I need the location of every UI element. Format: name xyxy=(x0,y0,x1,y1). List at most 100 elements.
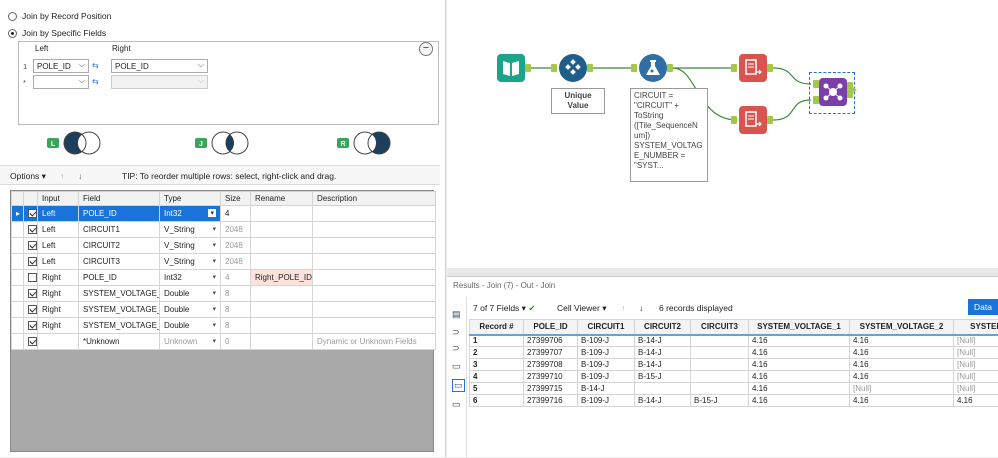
join-by-fields-option[interactable]: Join by Specific Fields xyxy=(8,28,106,38)
type-cell[interactable]: V_String▾ xyxy=(160,254,221,270)
include-checkbox[interactable] xyxy=(28,337,37,346)
results-row[interactable]: 127399706B-109-JB-14-J4.164.16[Null] xyxy=(470,335,998,347)
size-cell[interactable]: 2048 xyxy=(221,238,251,254)
size-cell[interactable]: 0 xyxy=(221,334,251,350)
results-row[interactable]: 327399708B-109-JB-14-J4.164.16[Null] xyxy=(470,359,998,371)
dropdown-arrow-icon[interactable]: ▾ xyxy=(212,257,216,265)
description-cell[interactable] xyxy=(313,206,436,222)
input-data-tool[interactable] xyxy=(497,54,525,82)
results-cell[interactable]: 4.16 xyxy=(850,359,954,371)
description-cell[interactable] xyxy=(313,238,436,254)
results-cell[interactable]: 4.16 xyxy=(749,383,850,395)
results-cell[interactable]: [Null] xyxy=(954,383,998,395)
results-col-header[interactable]: Record # xyxy=(470,320,524,335)
type-cell[interactable]: Double▾ xyxy=(160,302,221,318)
size-cell[interactable]: 2048 xyxy=(221,222,251,238)
remove-row-button[interactable]: − xyxy=(419,42,433,56)
include-checkbox[interactable] xyxy=(28,257,37,266)
results-cell[interactable]: B-109-J xyxy=(578,347,635,359)
include-checkbox-cell[interactable] xyxy=(24,270,38,286)
rename-cell[interactable] xyxy=(251,318,313,334)
results-col-header[interactable]: CIRCUIT3 xyxy=(691,320,749,335)
results-cell[interactable] xyxy=(691,383,749,395)
results-cell[interactable]: B-109-J xyxy=(578,395,635,407)
field-row[interactable]: ▸LeftPOLE_IDInt32▾4 xyxy=(12,206,436,222)
type-cell[interactable]: Double▾ xyxy=(160,286,221,302)
results-cell[interactable]: B-14-J xyxy=(578,383,635,395)
results-cell[interactable]: 27399708 xyxy=(524,359,578,371)
output-anchor[interactable] xyxy=(525,64,531,72)
field-row[interactable]: LeftCIRCUIT1V_String▾2048 xyxy=(12,222,436,238)
dropdown-arrow-icon[interactable]: ▾ xyxy=(208,209,216,217)
size-cell[interactable]: 4 xyxy=(221,206,251,222)
results-cell[interactable]: 4.16 xyxy=(749,359,850,371)
size-cell[interactable]: 8 xyxy=(221,302,251,318)
include-checkbox-cell[interactable] xyxy=(24,206,38,222)
results-cell[interactable]: [Null] xyxy=(954,359,998,371)
formula-annotation[interactable]: CIRCUIT = "CIRCUIT" + ToString ([Tile_Se… xyxy=(630,88,708,182)
options-dropdown[interactable]: Options ▾ xyxy=(10,171,46,182)
description-cell[interactable] xyxy=(313,302,436,318)
results-cell[interactable]: 27399716 xyxy=(524,395,578,407)
record-number-cell[interactable]: 4 xyxy=(470,371,524,383)
results-cell[interactable]: B-109-J xyxy=(578,359,635,371)
type-cell[interactable]: Int32▾ xyxy=(160,206,221,222)
include-checkbox[interactable] xyxy=(28,305,37,314)
include-checkbox-cell[interactable] xyxy=(24,254,38,270)
crosstab-tool-1[interactable] xyxy=(739,54,767,82)
col-header-description[interactable]: Description xyxy=(313,192,436,206)
results-cell[interactable]: 4.16 xyxy=(954,395,998,407)
col-header-rename[interactable]: Rename xyxy=(251,192,313,206)
results-cell[interactable] xyxy=(691,359,749,371)
include-checkbox-cell[interactable] xyxy=(24,302,38,318)
inner-join-venn-icon[interactable]: J xyxy=(195,130,257,156)
size-cell[interactable]: 4 xyxy=(221,270,251,286)
dropdown-arrow-icon[interactable]: ▾ xyxy=(212,305,216,313)
field-row[interactable]: RightSYSTEM_VOLTAGE_1Double▾8 xyxy=(12,286,436,302)
field-row[interactable]: RightPOLE_IDInt32▾4Right_POLE_ID xyxy=(12,270,436,286)
results-cell[interactable]: B-14-J xyxy=(635,359,691,371)
results-cell[interactable]: B-14-J xyxy=(635,395,691,407)
results-cell[interactable]: 4.16 xyxy=(749,395,850,407)
rename-cell[interactable] xyxy=(251,254,313,270)
col-header-type[interactable]: Type xyxy=(160,192,221,206)
output-anchor-icon[interactable]: ▭ xyxy=(452,361,461,372)
results-cell[interactable]: 4.16 xyxy=(850,395,954,407)
results-cell[interactable]: 4.16 xyxy=(850,347,954,359)
description-cell[interactable] xyxy=(313,286,436,302)
right-join-venn-icon[interactable]: R xyxy=(337,130,399,156)
field-row[interactable]: RightSYSTEM_VOLTAGE_2Double▾8 xyxy=(12,302,436,318)
scroll-up-icon[interactable]: ↑ xyxy=(621,303,625,313)
include-checkbox[interactable] xyxy=(28,225,37,234)
formula-tool[interactable] xyxy=(639,54,667,82)
include-checkbox-cell[interactable] xyxy=(24,222,38,238)
rename-cell[interactable] xyxy=(251,238,313,254)
crosstab-tool-2[interactable] xyxy=(739,106,767,134)
results-col-header[interactable]: CIRCUIT2 xyxy=(635,320,691,335)
include-checkbox-cell[interactable] xyxy=(24,318,38,334)
output-anchor-icon[interactable]: ▭ xyxy=(452,399,461,410)
type-cell[interactable]: Double▾ xyxy=(160,318,221,334)
type-cell[interactable]: Int32▾ xyxy=(160,270,221,286)
col-header-input[interactable]: Input xyxy=(38,192,79,206)
results-cell[interactable]: [Null] xyxy=(954,347,998,359)
results-row[interactable]: 227399707B-109-JB-14-J4.164.16[Null] xyxy=(470,347,998,359)
results-cell[interactable]: B-15-J xyxy=(635,371,691,383)
table-icon[interactable]: ▤ xyxy=(452,309,461,320)
results-cell[interactable]: 4.16 xyxy=(850,371,954,383)
dropdown-arrow-icon[interactable]: ▾ xyxy=(212,337,216,345)
description-cell[interactable] xyxy=(313,270,436,286)
description-cell[interactable] xyxy=(313,222,436,238)
results-cell[interactable]: 27399710 xyxy=(524,371,578,383)
results-col-header[interactable]: CIRCUIT1 xyxy=(578,320,635,335)
results-cell[interactable]: [Null] xyxy=(850,383,954,395)
input-anchor-icon[interactable]: ⊃ xyxy=(452,343,460,354)
size-cell[interactable]: 8 xyxy=(221,318,251,334)
left-field-select-new[interactable]: ⌵ xyxy=(33,75,89,89)
results-col-header[interactable]: SYSTEM_VOLTAGE_2 xyxy=(850,320,954,335)
include-checkbox[interactable] xyxy=(28,209,37,218)
input-anchor-icon[interactable]: ⊃ xyxy=(452,327,460,338)
cell-viewer-selector[interactable]: Cell Viewer ▾ xyxy=(557,303,606,314)
description-cell[interactable] xyxy=(313,254,436,270)
type-cell[interactable]: Unknown▾ xyxy=(160,334,221,350)
